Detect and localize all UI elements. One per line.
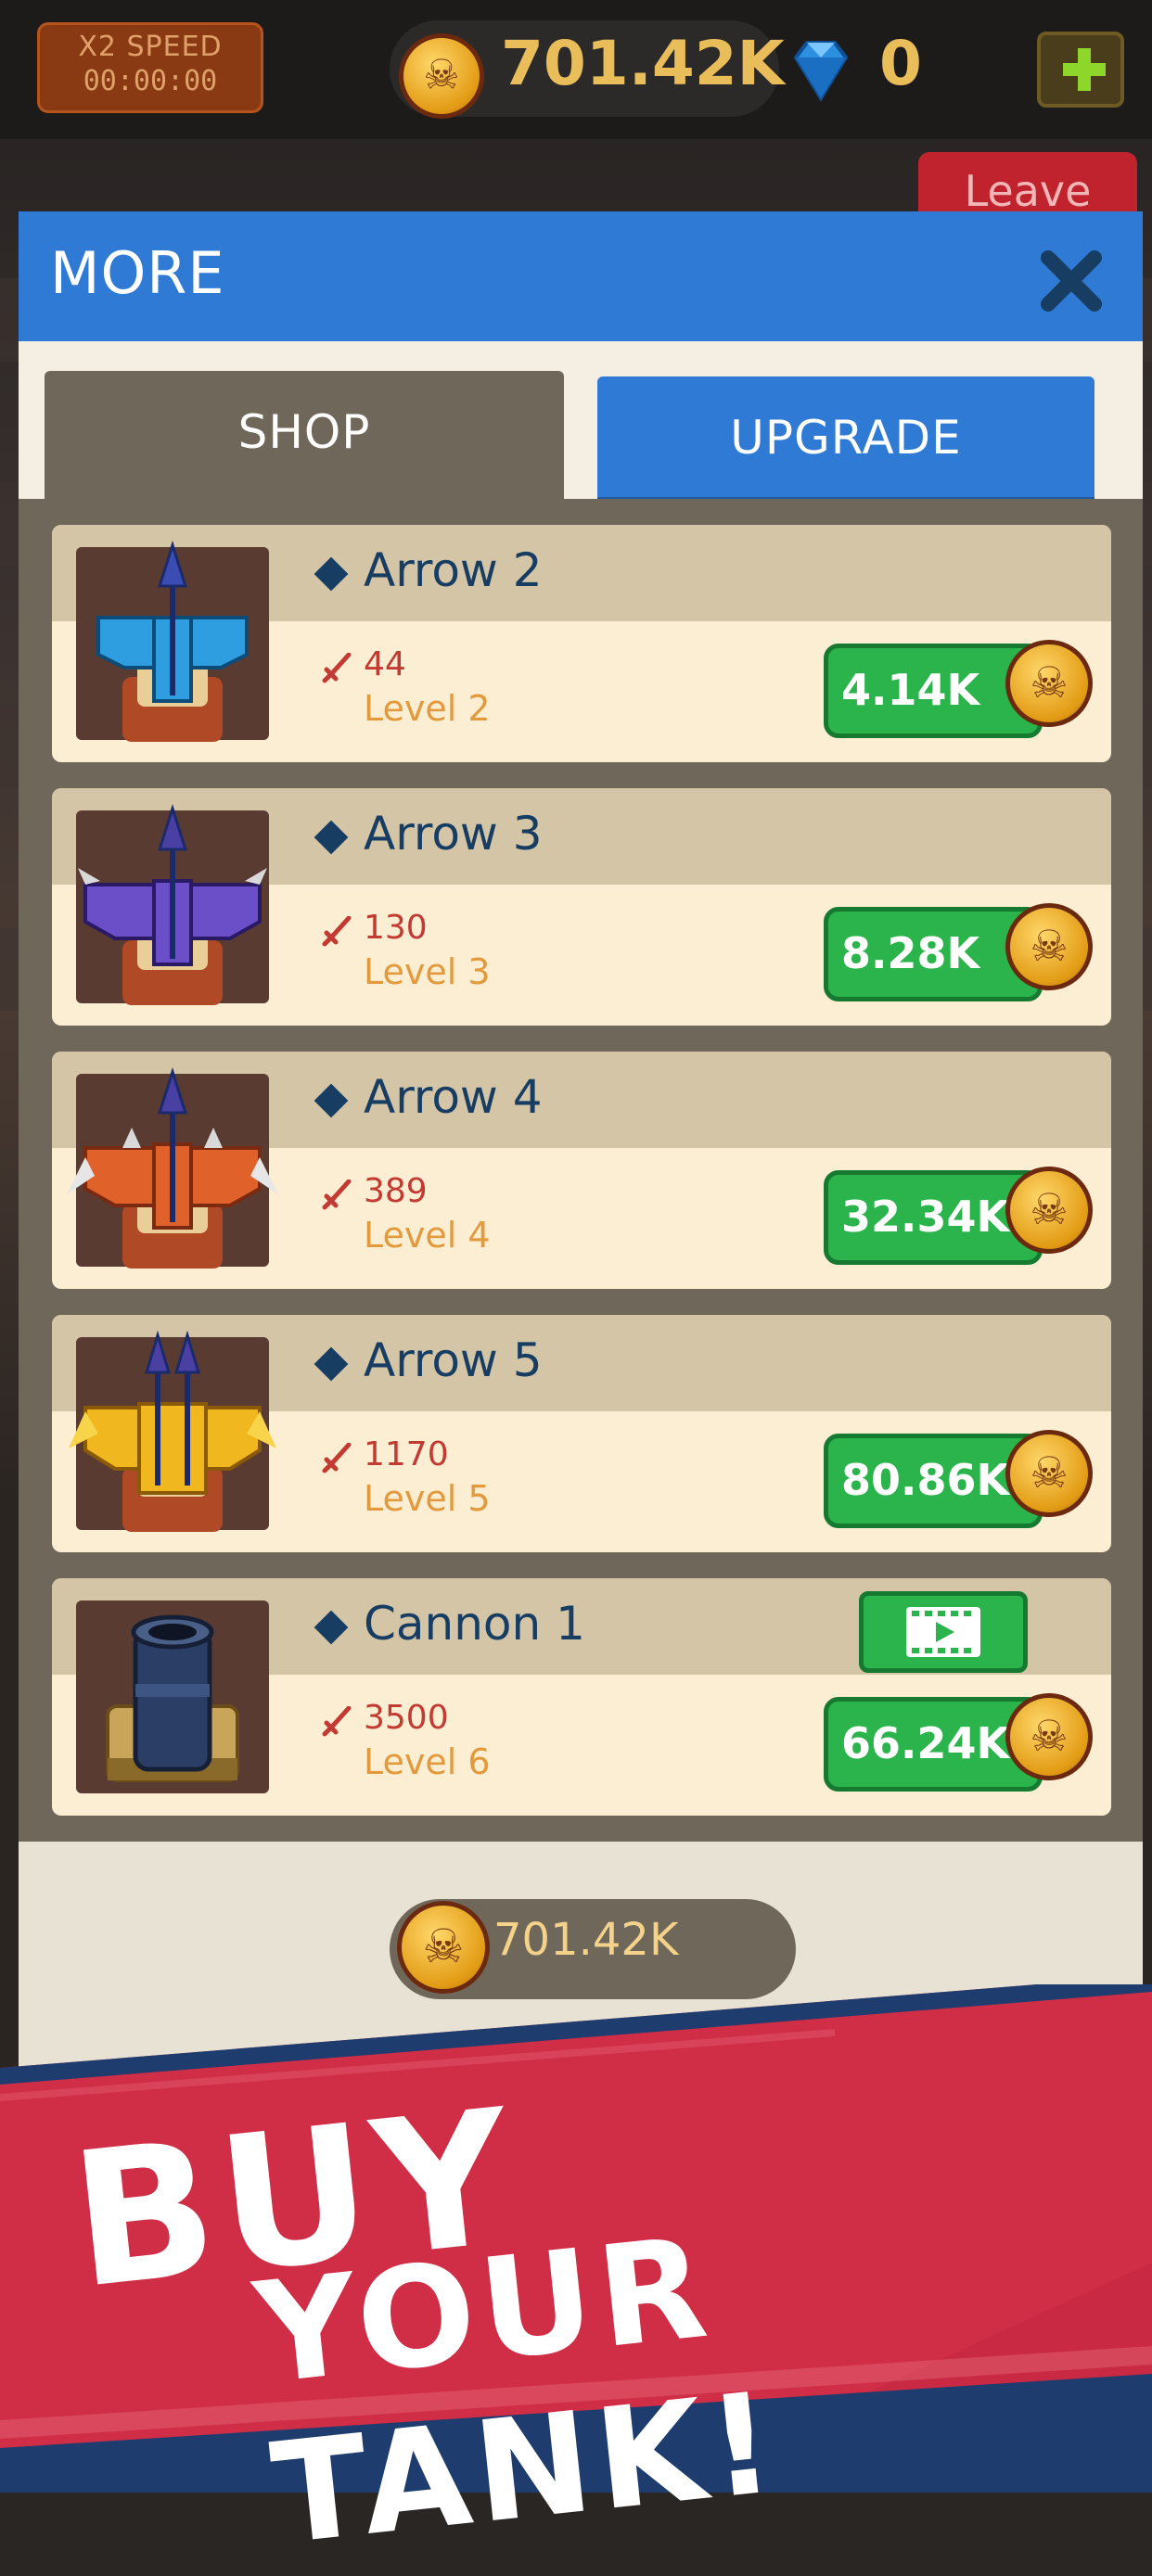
speed-timer: 00:00:00: [83, 65, 218, 97]
tab-upgrade[interactable]: UPGRADE: [597, 376, 1094, 506]
speed-label: X2 SPEED: [78, 31, 223, 63]
upgrade-list: Arrow 2 44 Level 2 4.14K ☠ Arrow 3 130 L…: [19, 499, 1143, 1842]
item-name: Cannon 1: [364, 1597, 585, 1651]
speed-boost-button[interactable]: X2 SPEED 00:00:00: [37, 22, 263, 113]
sword-icon: [322, 653, 352, 683]
skull-coin-icon: ☠: [1005, 1693, 1093, 1780]
item-name: Arrow 2: [364, 543, 543, 597]
item-level: Level 3: [364, 951, 491, 992]
skull-coin-icon: ☠: [1005, 1430, 1093, 1517]
skull-coin-icon: ☠: [1005, 1167, 1093, 1254]
sword-icon: [322, 916, 352, 947]
sword-icon: [322, 1180, 352, 1210]
skull-coin-icon: ☠: [1005, 640, 1093, 727]
item-level: Level 5: [364, 1478, 491, 1519]
top-hud: X2 SPEED 00:00:00 ☠ 701.42K 0: [0, 0, 1152, 139]
item-name: Arrow 4: [364, 1070, 543, 1124]
upgrade-item: Cannon 1 3500 Level 6 66.24K ☠: [52, 1578, 1111, 1816]
skull-coin-icon: ☠: [1005, 903, 1093, 990]
item-power: 130: [364, 909, 428, 947]
more-modal: MORE SHOP UPGRADE Arrow 2 44 Level 2 4.1…: [19, 211, 1143, 2103]
tab-bar: SHOP UPGRADE: [19, 341, 1143, 506]
upgrade-item: Arrow 5 1170 Level 5 80.86K ☠: [52, 1315, 1111, 1552]
orange-arrow-tower-icon: [67, 1067, 278, 1269]
modal-header: MORE: [19, 211, 1143, 341]
total-gold-amount: 701.42K: [493, 1914, 679, 1966]
sword-icon: [322, 1706, 352, 1737]
item-power: 3500: [364, 1699, 449, 1737]
skull-coin-icon: ☠: [399, 33, 484, 119]
gem-amount: 0: [879, 28, 922, 99]
item-name: Arrow 5: [364, 1333, 543, 1387]
item-power: 389: [364, 1172, 428, 1210]
blue-arrow-tower-icon: [76, 541, 269, 742]
gold-amount: 701.42K: [501, 28, 785, 99]
item-level: Level 2: [364, 688, 491, 729]
video-icon: [906, 1607, 980, 1657]
sword-icon: [322, 1443, 352, 1473]
item-name: Arrow 3: [364, 807, 543, 861]
modal-title: MORE: [50, 239, 225, 307]
skull-coin-icon: ☠: [397, 1901, 490, 1994]
item-power: 1170: [364, 1435, 449, 1473]
gold-double-arrow-tower-icon: [69, 1330, 276, 1532]
add-currency-button[interactable]: [1037, 32, 1124, 108]
upgrade-item: Arrow 4 389 Level 4 32.34K ☠: [52, 1052, 1111, 1289]
item-level: Level 6: [364, 1741, 491, 1782]
close-icon[interactable]: [1037, 247, 1106, 315]
watch-video-button[interactable]: [859, 1591, 1028, 1673]
tab-shop[interactable]: SHOP: [45, 371, 564, 501]
purple-arrow-tower-icon: [76, 804, 269, 1005]
diamond-icon: [793, 41, 849, 102]
upgrade-item: Arrow 3 130 Level 3 8.28K ☠: [52, 788, 1111, 1026]
item-power: 44: [364, 645, 406, 683]
upgrade-item: Arrow 2 44 Level 2 4.14K ☠: [52, 525, 1111, 762]
cannon-tower-icon: [76, 1600, 269, 1793]
item-level: Level 4: [364, 1215, 491, 1256]
